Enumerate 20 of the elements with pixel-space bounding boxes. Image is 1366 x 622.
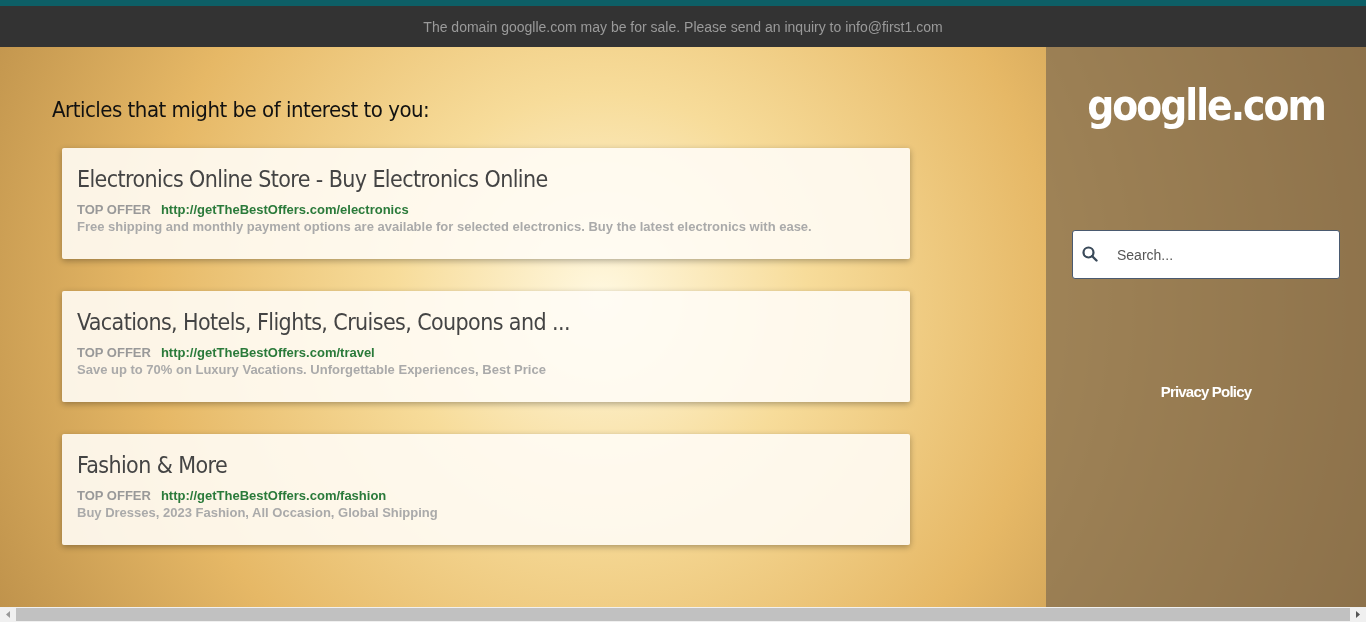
article-description: Buy Dresses, 2023 Fashion, All Occasion, Global Shipping [77, 505, 439, 520]
banner-text: The domain googlle.com may be for sale. Please send an inquiry to info@first1.com [423, 18, 943, 35]
scrollbar-thumb[interactable] [16, 608, 1350, 621]
offer-link[interactable]: http://getTheBestOffers.com/travel [160, 345, 375, 360]
offer-label: TOP OFFER [77, 345, 151, 360]
offer-label: TOP OFFER [77, 488, 151, 503]
search-icon [1082, 246, 1098, 262]
article-title-link[interactable]: Electronics Online Store - Buy Electronics Online [77, 166, 548, 192]
privacy-policy-link[interactable]: Privacy Policy [1160, 383, 1252, 400]
article-description: Save up to 70% on Luxury Vacations. Unforgettable Experiences, Best Price [77, 362, 547, 377]
search-field[interactable]: Search... [1072, 230, 1340, 279]
offer-label: TOP OFFER [77, 202, 151, 217]
horizontal-scrollbar[interactable] [0, 607, 1366, 622]
offer-link[interactable]: http://getTheBestOffers.com/fashion [160, 488, 387, 503]
section-heading: Articles that might be of interest to you: [52, 97, 430, 122]
site-name: googlle.com [1087, 81, 1325, 130]
article-title-link[interactable]: Fashion & More [77, 452, 228, 478]
offer-link[interactable]: http://getTheBestOffers.com/electronics [160, 202, 409, 217]
article-title-link[interactable]: Vacations, Hotels, Flights, Cruises, Coupons and ... [77, 309, 570, 335]
article-description: Free shipping and monthly payment options are available for selected electronics. Buy the latest electronics with ease. [77, 219, 813, 234]
